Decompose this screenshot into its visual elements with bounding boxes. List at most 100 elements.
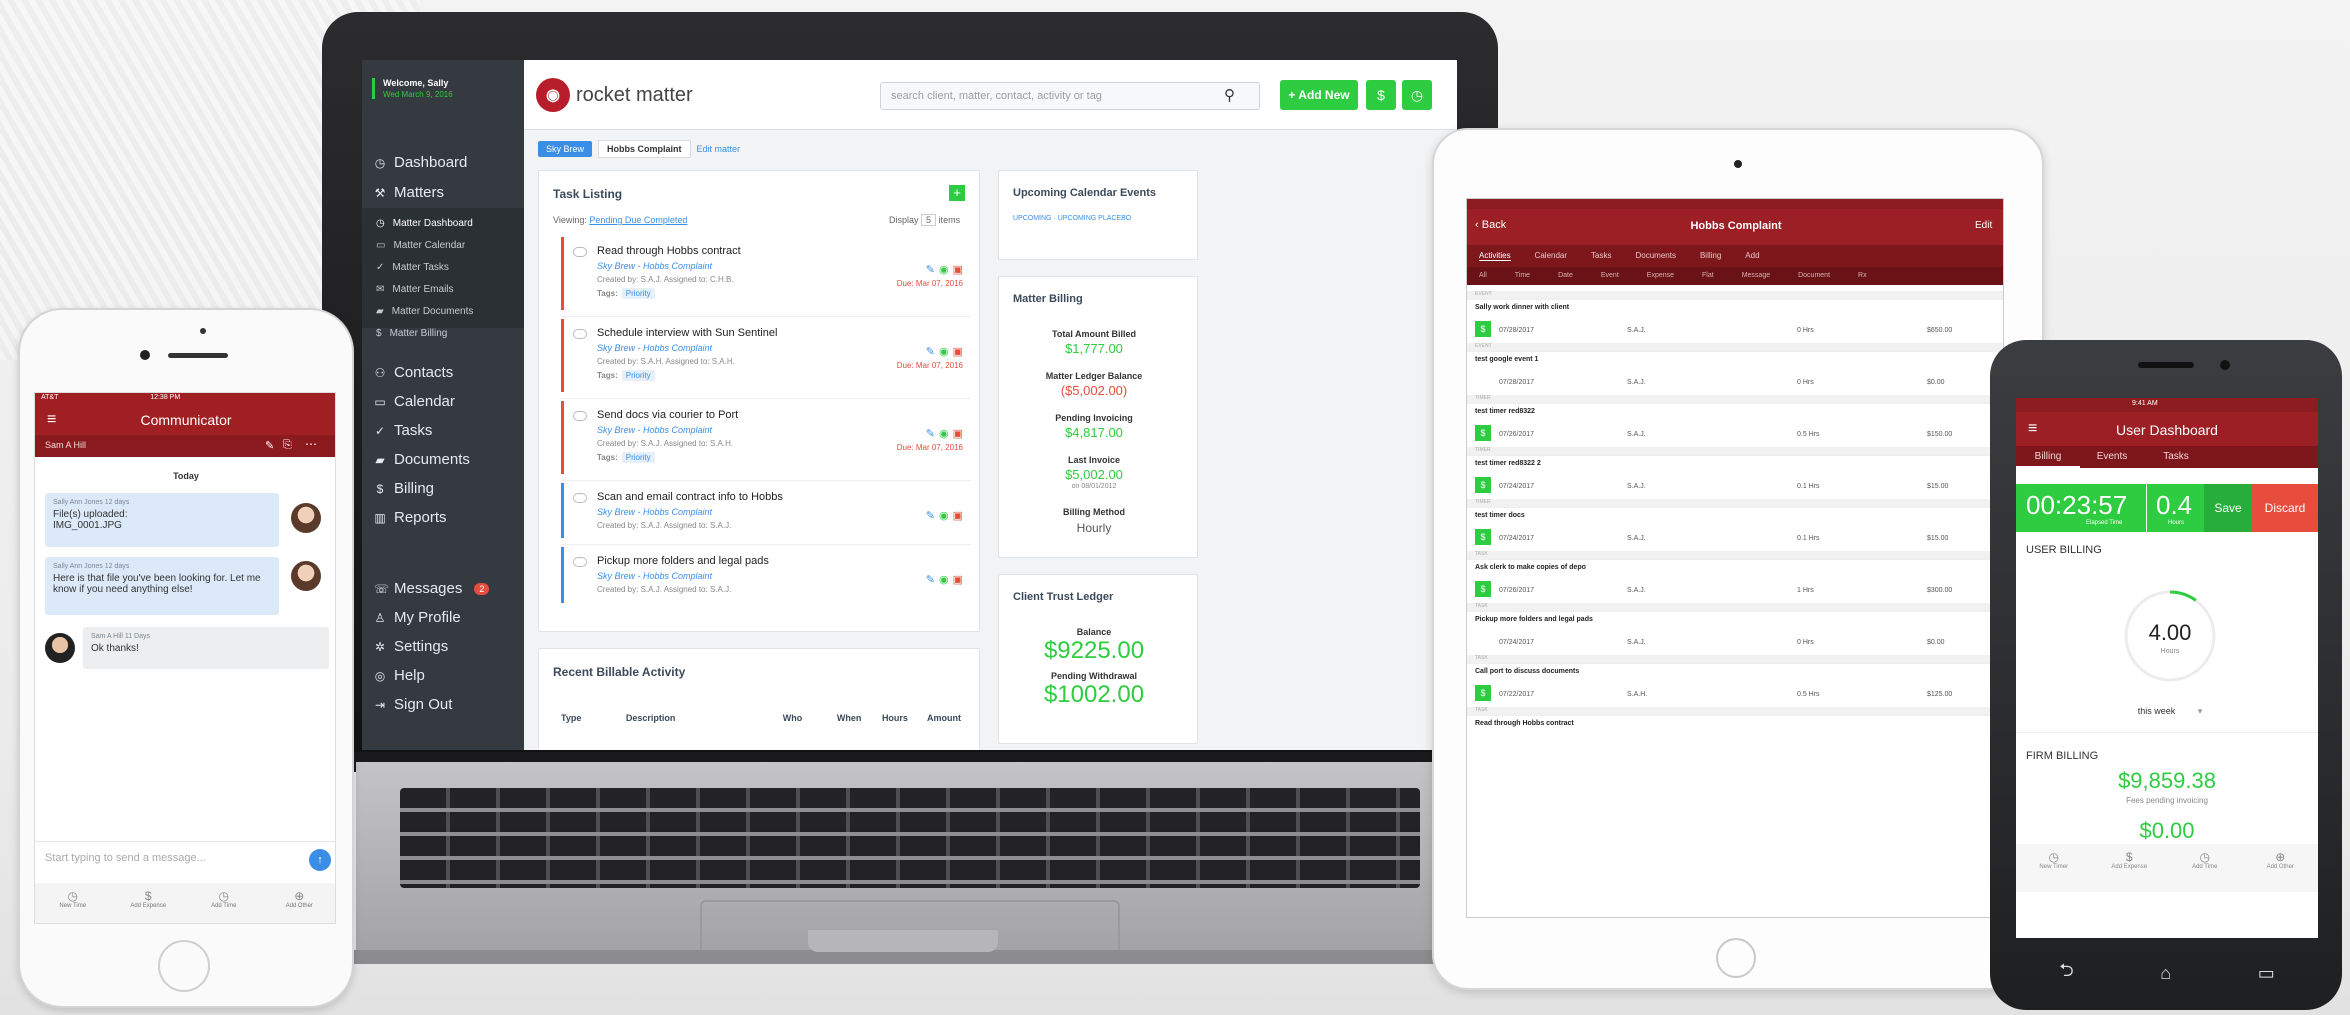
edit-matter-link[interactable]: Edit matter (697, 144, 741, 154)
entry-title[interactable]: test timer red8322 2 (1467, 455, 2003, 471)
sidebar-item-messages[interactable]: ☏ Messages 2 (374, 580, 490, 597)
filter-message[interactable]: Message (1742, 272, 1770, 280)
breadcrumb-matter[interactable]: Hobbs Complaint (598, 140, 691, 158)
sidebar-subitem-matter-emails[interactable]: ✉ Matter Emails (376, 284, 454, 295)
sidebar-item-contacts[interactable]: ⚇ Contacts (374, 364, 454, 381)
col-who[interactable]: Who (783, 713, 837, 723)
filter-document[interactable]: Document (1798, 272, 1830, 280)
sidebar-item-help[interactable]: ◎ Help (374, 667, 425, 684)
task-title[interactable]: Read through Hobbs contract (597, 245, 741, 257)
ipad-home-button[interactable] (1716, 938, 1756, 978)
filter-date[interactable]: Date (1558, 272, 1573, 280)
task-matter[interactable]: Sky Brew - Hobbs Complaint (597, 425, 712, 435)
table-row[interactable]: $07/28/2017 S.A.J. 0 Hrs $650.00 (1467, 317, 2003, 343)
display-select[interactable]: 5 (921, 214, 937, 226)
col-description[interactable]: Description (626, 713, 783, 723)
task-tag[interactable]: Priority (621, 370, 655, 381)
sidebar-item-sign-out[interactable]: ⇥ Sign Out (374, 696, 452, 713)
rocket-matter-logo[interactable]: ◉ rocket matter (536, 78, 693, 112)
message-input[interactable]: Start typing to send a message... (35, 841, 335, 877)
sidebar-item-my-profile[interactable]: ♙ My Profile (374, 609, 461, 626)
entry-title[interactable]: test timer docs (1467, 507, 2003, 523)
task-title[interactable]: Pickup more folders and legal pads (597, 555, 769, 567)
tab-billing[interactable]: Billing (2016, 446, 2080, 468)
tab-new-timer[interactable]: ◷ New Timer (2016, 844, 2092, 892)
entry-title[interactable]: Pickup more folders and legal pads (1467, 611, 2003, 627)
tab-documents[interactable]: Documents (1635, 251, 1675, 261)
table-row[interactable]: $07/26/2017 S.A.J. 1 Hrs $300.00 (1467, 577, 2003, 603)
complete-icon[interactable]: ◉ (939, 509, 949, 522)
task-row[interactable]: Scan and email contract info to Hobbs Sk… (561, 483, 971, 545)
send-button[interactable]: ↑ (309, 849, 331, 871)
task-title[interactable]: Scan and email contract info to Hobbs (597, 491, 783, 503)
add-new-button[interactable]: + Add New (1280, 80, 1358, 110)
tab-events[interactable]: Events (2080, 446, 2144, 468)
entry-title[interactable]: Ask clerk to make copies of depo (1467, 559, 2003, 575)
sidebar-item-calendar[interactable]: ▭ Calendar (374, 393, 455, 410)
edit-button[interactable]: Edit (1975, 220, 1992, 231)
sidebar-subitem-matter-billing[interactable]: $ Matter Billing (376, 328, 447, 339)
table-row[interactable]: $07/26/2017 S.A.J. 0.5 Hrs $150.00 (1467, 421, 2003, 447)
col-when[interactable]: When (837, 713, 882, 723)
edit-icon[interactable]: ✎ (926, 573, 935, 586)
complete-icon[interactable]: ◉ (939, 427, 949, 440)
recents-icon[interactable]: ▭ (2258, 963, 2275, 984)
search-input[interactable]: search client, matter, contact, activity… (880, 82, 1260, 110)
task-matter[interactable]: Sky Brew - Hobbs Complaint (597, 507, 712, 517)
edit-icon[interactable]: ✎ (926, 345, 935, 358)
iphone-home-button[interactable] (158, 940, 210, 992)
period-select[interactable]: this week ▾ (2122, 706, 2218, 717)
home-icon[interactable]: ⌂ (2160, 963, 2171, 984)
viewing-filter-link[interactable]: Pending Due Completed (589, 215, 687, 225)
complete-icon[interactable]: ◉ (939, 263, 949, 276)
tab-new-time[interactable]: ◷ New Time (35, 883, 111, 923)
sidebar-subitem-matter-dashboard[interactable]: ◷ Matter Dashboard (376, 218, 473, 229)
sidebar-item-settings[interactable]: ✲ Settings (374, 638, 448, 655)
sidebar-item-billing[interactable]: $ Billing (374, 480, 434, 497)
task-row[interactable]: Pickup more folders and legal pads Sky B… (561, 547, 971, 609)
complete-icon[interactable]: ◉ (939, 573, 949, 586)
breadcrumb-client[interactable]: Sky Brew (538, 141, 593, 157)
filter-time[interactable]: Time (1515, 272, 1530, 280)
tab-add-time[interactable]: ◷ Add Time (186, 883, 262, 923)
task-checkbox[interactable] (573, 329, 587, 339)
sidebar-item-tasks[interactable]: ✓ Tasks (374, 422, 432, 439)
back-icon[interactable]: ⮌ (2059, 958, 2073, 988)
entry-title[interactable]: test timer red8322 (1467, 403, 2003, 419)
tab-activities[interactable]: Activities (1479, 251, 1511, 261)
sidebar-item-reports[interactable]: ▥ Reports (374, 509, 446, 526)
tab-add-expense[interactable]: $ Add Expense (2092, 844, 2168, 892)
entry-title[interactable]: Read through Hobbs contract (1467, 715, 2003, 731)
sidebar-item-matters[interactable]: ⚒ Matters (374, 184, 444, 201)
edit-icon[interactable]: ✎ (265, 439, 274, 452)
table-row[interactable]: 07/24/2017 S.A.J. 0 Hrs $0.00 (1467, 629, 2003, 655)
entry-title[interactable]: Sally work dinner with client (1467, 299, 2003, 315)
sidebar-item-documents[interactable]: ▰ Documents (374, 451, 470, 468)
col-amount[interactable]: Amount (927, 713, 961, 723)
menu-icon[interactable]: ≡ (2028, 420, 2037, 438)
task-row[interactable]: Schedule interview with Sun Sentinel Sky… (561, 319, 971, 399)
task-checkbox[interactable] (573, 493, 587, 503)
col-type[interactable]: Type (561, 713, 626, 723)
timer-button[interactable]: ◷ (1402, 80, 1432, 110)
save-button[interactable]: Save (2204, 484, 2252, 532)
more-icon[interactable]: ⋯ (305, 437, 317, 451)
delete-icon[interactable]: ▣ (953, 573, 963, 586)
delete-icon[interactable]: ▣ (953, 263, 963, 276)
tab-tasks[interactable]: Tasks (1591, 251, 1611, 261)
sidebar-subitem-matter-tasks[interactable]: ✓ Matter Tasks (376, 262, 449, 273)
task-checkbox[interactable] (573, 411, 587, 421)
task-row[interactable]: Send docs via courier to Port Sky Brew -… (561, 401, 971, 481)
task-tag[interactable]: Priority (621, 288, 655, 299)
entry-title[interactable]: test google event 1 (1467, 351, 2003, 367)
edit-icon[interactable]: ✎ (926, 427, 935, 440)
filter-flat[interactable]: Flat (1702, 272, 1714, 280)
message-bubble[interactable]: Sally Ann Jones 12 days File(s) uploaded… (45, 493, 279, 547)
message-bubble[interactable]: Sally Ann Jones 12 days Here is that fil… (45, 557, 279, 615)
filter-expense[interactable]: Expense (1647, 272, 1674, 280)
edit-icon[interactable]: ✎ (926, 263, 935, 276)
delete-icon[interactable]: ▣ (953, 427, 963, 440)
filter-event[interactable]: Event (1601, 272, 1619, 280)
menu-icon[interactable]: ≡ (47, 411, 56, 429)
delete-icon[interactable]: ▣ (953, 509, 963, 522)
